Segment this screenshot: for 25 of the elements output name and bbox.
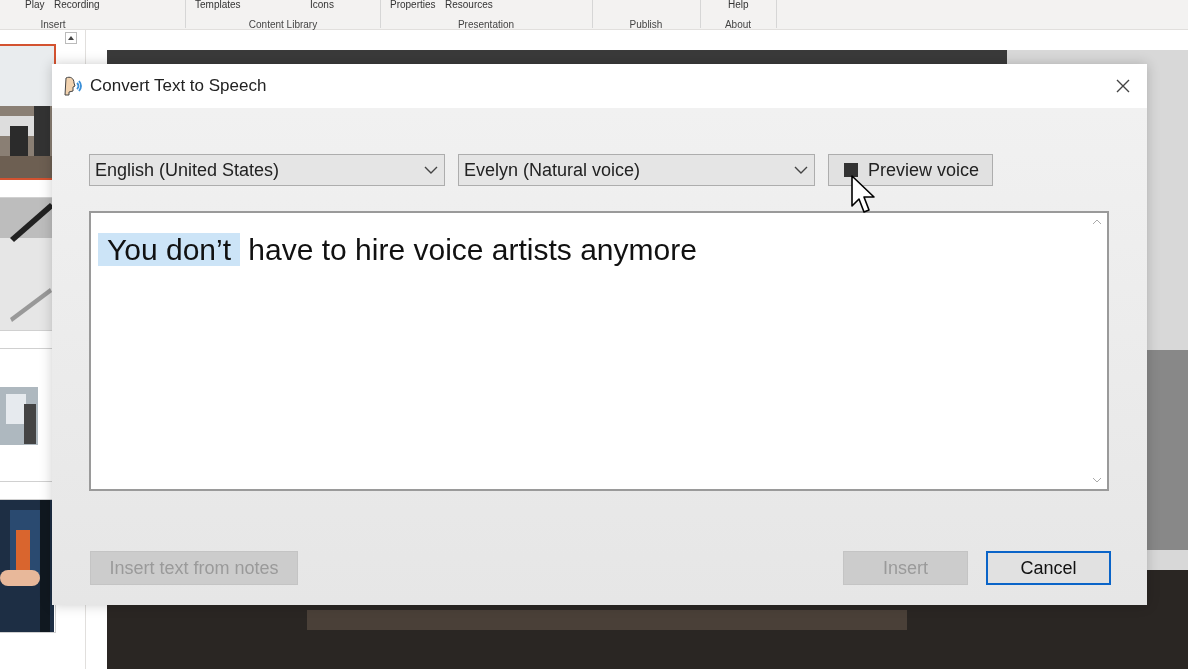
ribbon-command[interactable]: Resources <box>445 0 493 10</box>
ribbon-command[interactable]: Properties <box>390 0 436 10</box>
cancel-button[interactable]: Cancel <box>986 551 1111 585</box>
chevron-down-icon <box>424 166 438 174</box>
ribbon-command[interactable]: Help <box>728 0 749 10</box>
ribbon-group-label: Presentation <box>457 18 515 32</box>
ribbon-command[interactable]: Recording <box>54 0 100 10</box>
language-dropdown[interactable]: English (United States) <box>89 154 445 186</box>
dialog-title: Convert Text to Speech <box>90 75 267 98</box>
ribbon-group-label: Publish <box>629 18 663 32</box>
speech-text: You don’t have to hire voice artists anymore <box>98 227 697 273</box>
ribbon-group-label: About <box>724 18 752 32</box>
ribbon-command[interactable]: Icons <box>310 0 334 10</box>
ribbon-group-label: Insert <box>40 18 66 32</box>
scroll-up-icon <box>67 36 74 40</box>
chevron-down-icon <box>794 166 808 174</box>
ribbon-command[interactable]: Play <box>25 0 45 10</box>
voice-dropdown[interactable]: Evelyn (Natural voice) <box>458 154 815 186</box>
ribbon-group-label: Content Library <box>248 18 318 32</box>
speaking-head-icon <box>62 75 84 97</box>
scroll-up-button[interactable] <box>64 32 77 44</box>
ribbon-command[interactable]: Templates <box>195 0 241 10</box>
preview-voice-button[interactable]: Preview voice <box>828 154 993 186</box>
close-icon <box>1116 79 1130 93</box>
mouse-cursor-icon <box>850 174 878 216</box>
